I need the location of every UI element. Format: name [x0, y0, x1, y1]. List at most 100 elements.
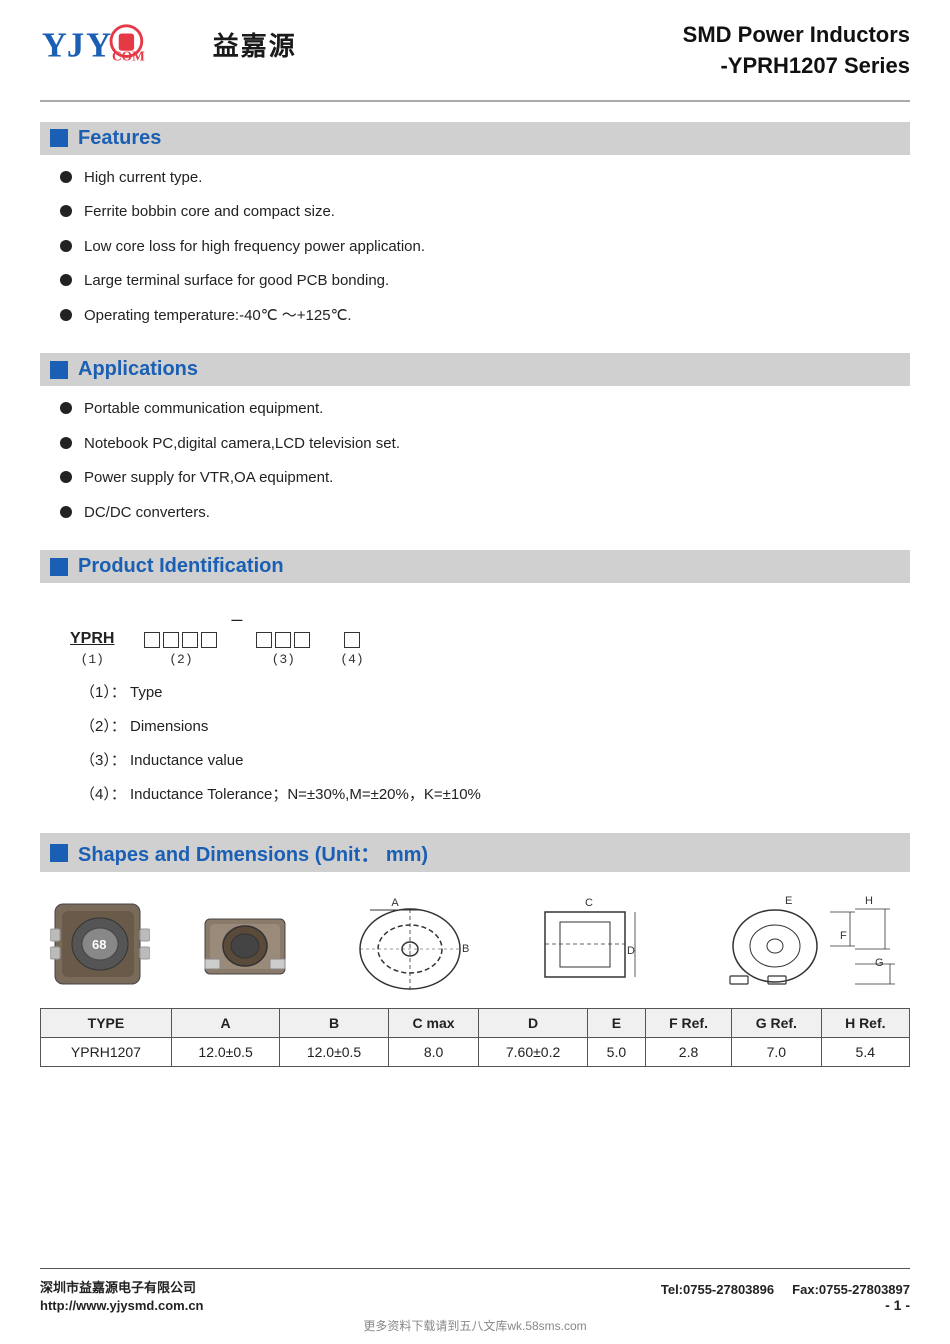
applications-icon — [50, 361, 68, 379]
prod-note-1: （1）： Type — [80, 681, 880, 705]
list-item: Low core loss for high frequency power a… — [60, 236, 910, 259]
prod-id-label-1: (1) — [81, 652, 104, 667]
col-fref: F Ref. — [645, 1009, 731, 1038]
prod-id-label-3: (3) — [272, 652, 295, 667]
cell-cmax: 8.0 — [388, 1038, 479, 1067]
svg-text:B: B — [462, 943, 469, 955]
app-item-1: Portable communication equipment. — [84, 398, 323, 421]
box — [294, 632, 310, 648]
table-row: YPRH1207 12.0±0.5 12.0±0.5 8.0 7.60±0.2 … — [41, 1038, 910, 1067]
list-item: Power supply for VTR,OA equipment. — [60, 467, 910, 490]
col-d: D — [479, 1009, 587, 1038]
features-icon — [50, 129, 68, 147]
watermark-text: 更多资料下载请到五八文库wk.58sms.com — [363, 1319, 586, 1333]
features-list: High current type. Ferrite bobbin core a… — [40, 167, 910, 348]
product-title-line1: SMD Power Inductors — [683, 20, 910, 51]
app-item-2: Notebook PC,digital camera,LCD televisio… — [84, 433, 400, 456]
box — [201, 632, 217, 648]
prod-id-label-2: (2) — [169, 652, 192, 667]
col-href: H Ref. — [821, 1009, 909, 1038]
prod-id-boxes-2 — [144, 632, 217, 648]
svg-text:A: A — [391, 897, 399, 909]
col-gref: G Ref. — [732, 1009, 821, 1038]
svg-text:Y: Y — [86, 26, 111, 64]
col-b: B — [280, 1009, 388, 1038]
prod-id-col-4: (4) — [340, 632, 363, 667]
col-a: A — [171, 1009, 279, 1038]
col-cmax: C max — [388, 1009, 479, 1038]
shape-photo-2 — [200, 899, 290, 989]
cell-d: 7.60±0.2 — [479, 1038, 587, 1067]
company-name-footer: 深圳市益嘉源电子有限公司 — [40, 1277, 203, 1296]
svg-text:D: D — [627, 945, 635, 957]
dimensions-table: TYPE A B C max D E F Ref. G Ref. H Ref. … — [40, 1008, 910, 1067]
box — [163, 632, 179, 648]
fax: Fax:0755-27803897 — [792, 1282, 910, 1297]
cell-type: YPRH1207 — [41, 1038, 172, 1067]
features-section-header: Features — [40, 122, 910, 155]
shapes-title: Shapes and Dimensions (Unit： mm) — [78, 838, 428, 867]
col-type: TYPE — [41, 1009, 172, 1038]
app-item-3: Power supply for VTR,OA equipment. — [84, 467, 333, 490]
shape-drawing-top: A B — [340, 894, 480, 994]
bullet-dot — [60, 402, 72, 414]
footer-left: 深圳市益嘉源电子有限公司 http://www.yjysmd.com.cn — [40, 1277, 203, 1313]
svg-text:Y: Y — [42, 26, 67, 64]
bullet-dot — [60, 274, 72, 286]
prod-id-prefix: YPRH — [70, 630, 114, 648]
list-item: DC/DC converters. — [60, 502, 910, 525]
prod-id-dash: — — [227, 611, 246, 649]
svg-text:G: G — [875, 957, 884, 969]
footer-contact: Tel:0755-27803896 Fax:0755-27803897 — [661, 1282, 910, 1297]
box — [182, 632, 198, 648]
bullet-dot — [60, 471, 72, 483]
feature-item-2: Ferrite bobbin core and compact size. — [84, 201, 335, 224]
prod-id-boxes-3 — [256, 632, 310, 648]
list-item: Operating temperature:-40℃ ～+125℃. — [60, 305, 910, 328]
watermark: 更多资料下载请到五八文库wk.58sms.com — [40, 1313, 910, 1334]
list-item: Large terminal surface for good PCB bond… — [60, 270, 910, 293]
svg-text:F: F — [840, 930, 847, 942]
svg-text:E: E — [785, 895, 792, 907]
app-item-4: DC/DC converters. — [84, 502, 210, 525]
bullet-dot — [60, 437, 72, 449]
product-id-icon — [50, 558, 68, 576]
shapes-images: 68 A — [40, 884, 910, 994]
bullet-dot — [60, 309, 72, 321]
feature-item-1: High current type. — [84, 167, 202, 190]
page-number: - 1 - — [661, 1297, 910, 1313]
header-divider — [40, 100, 910, 102]
company-name-cn: 益嘉源 — [213, 26, 297, 63]
prod-id-col-1: YPRH (1) — [70, 630, 114, 667]
feature-item-4: Large terminal surface for good PCB bond… — [84, 270, 389, 293]
shape-drawing-side: C D — [530, 894, 650, 994]
prod-id-label-4: (4) — [340, 652, 363, 667]
cell-e: 5.0 — [587, 1038, 645, 1067]
footer-right: Tel:0755-27803896 Fax:0755-27803897 - 1 … — [661, 1282, 910, 1313]
shapes-section-header: Shapes and Dimensions (Unit： mm) — [40, 833, 910, 872]
website: http://www.yjysmd.com.cn — [40, 1298, 203, 1313]
svg-text:H: H — [865, 895, 873, 907]
logo-area: Y J Y COM 益嘉源 — [40, 20, 297, 68]
list-item: Notebook PC,digital camera,LCD televisio… — [60, 433, 910, 456]
feature-item-5: Operating temperature:-40℃ ～+125℃. — [84, 305, 352, 328]
col-e: E — [587, 1009, 645, 1038]
features-title: Features — [78, 127, 161, 150]
cell-gref: 7.0 — [732, 1038, 821, 1067]
prod-id-boxes-4 — [344, 632, 360, 648]
box — [344, 632, 360, 648]
table-header-row: TYPE A B C max D E F Ref. G Ref. H Ref. — [41, 1009, 910, 1038]
company-logo: Y J Y COM 益嘉源 — [40, 20, 297, 68]
prod-note-4: （4）： Inductance Tolerance；N=±30%,M=±20%，… — [80, 783, 880, 807]
tel: Tel:0755-27803896 — [661, 1282, 774, 1297]
shape-photo-1: 68 — [50, 899, 150, 989]
prod-id-col-2: (2) — [144, 632, 217, 667]
feature-item-3: Low core loss for high frequency power a… — [84, 236, 425, 259]
cell-b: 12.0±0.5 — [280, 1038, 388, 1067]
svg-text:J: J — [67, 26, 84, 64]
product-id-notes: （1）： Type （2）： Dimensions （3）： Inductanc… — [40, 675, 910, 827]
product-id-diagram: YPRH (1) (2) — (3) — [40, 595, 910, 675]
page-footer: 深圳市益嘉源电子有限公司 http://www.yjysmd.com.cn Te… — [40, 1268, 910, 1313]
box — [275, 632, 291, 648]
product-title: SMD Power Inductors -YPRH1207 Series — [683, 20, 910, 82]
